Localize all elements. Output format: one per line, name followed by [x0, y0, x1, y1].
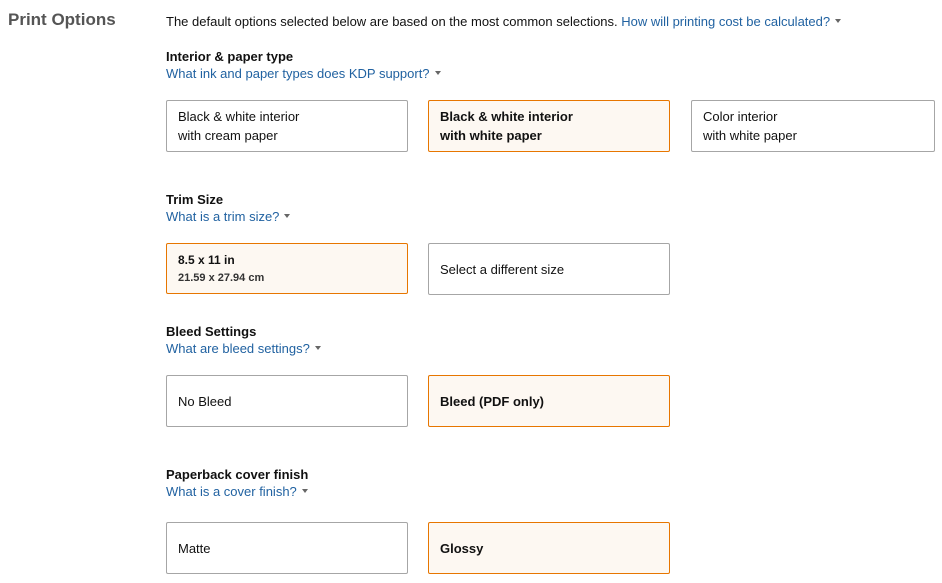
option-line1: No Bleed	[178, 393, 232, 409]
bleed-option-bleed-pdf[interactable]: Bleed (PDF only)	[428, 375, 670, 427]
bleed-section-title: Bleed Settings	[166, 324, 257, 339]
option-line1: Glossy	[440, 540, 484, 556]
interior-option-color-white[interactable]: Color interior with white paper	[691, 100, 935, 152]
cover-option-matte[interactable]: Matte	[166, 522, 408, 574]
trim-option-select-different[interactable]: Select a different size	[428, 243, 670, 295]
cover-section: Paperback cover finish What is a cover f…	[166, 467, 308, 500]
option-line1: Color interior	[703, 109, 778, 124]
option-line2: with white paper	[440, 128, 542, 143]
bleed-section: Bleed Settings What are bleed settings?	[166, 324, 321, 357]
interior-help-label: What ink and paper types does KDP suppor…	[166, 66, 430, 81]
caret-down-icon	[434, 70, 441, 75]
caret-down-icon	[835, 18, 842, 23]
bleed-help-label: What are bleed settings?	[166, 341, 310, 356]
option-line1: Black & white interior	[178, 109, 300, 124]
trim-section-title: Trim Size	[166, 192, 224, 207]
cover-help-label: What is a cover finish?	[166, 484, 297, 499]
caret-down-icon	[314, 345, 321, 350]
option-line1: Select a different size	[440, 261, 565, 277]
trim-option-8.5x11[interactable]: 8.5 x 11 in 21.59 x 27.94 cm	[166, 243, 408, 294]
intro-text-row: The default options selected below are b…	[166, 14, 842, 29]
trim-help-label: What is a trim size?	[166, 209, 280, 224]
trim-help-link[interactable]: What is a trim size?	[166, 208, 291, 225]
intro-text: The default options selected below are b…	[166, 14, 618, 29]
option-line1: Black & white interior	[440, 109, 573, 124]
cover-help-link[interactable]: What is a cover finish?	[166, 483, 308, 500]
option-line2: with cream paper	[178, 128, 278, 143]
printing-cost-help-link[interactable]: How will printing cost be calculated?	[621, 14, 842, 29]
cover-section-title: Paperback cover finish	[166, 467, 309, 482]
caret-down-icon	[284, 213, 291, 218]
interior-help-link[interactable]: What ink and paper types does KDP suppor…	[166, 65, 441, 82]
option-line2: 21.59 x 27.94 cm	[178, 271, 265, 284]
caret-down-icon	[301, 488, 308, 493]
trim-section: Trim Size What is a trim size?	[166, 192, 291, 225]
interior-section: Interior & paper type What ink and paper…	[166, 49, 441, 82]
interior-option-bw-cream[interactable]: Black & white interior with cream paper	[166, 100, 408, 152]
option-line1: Matte	[178, 540, 211, 556]
printing-cost-help-label: How will printing cost be calculated?	[621, 14, 831, 29]
page-title: Print Options	[8, 10, 116, 29]
interior-section-title: Interior & paper type	[166, 49, 294, 64]
bleed-option-no-bleed[interactable]: No Bleed	[166, 375, 408, 427]
option-line1: Bleed (PDF only)	[440, 393, 545, 409]
option-line2: with white paper	[703, 128, 797, 143]
option-line1: 8.5 x 11 in	[178, 252, 235, 267]
interior-option-bw-white[interactable]: Black & white interior with white paper	[428, 100, 670, 152]
cover-option-glossy[interactable]: Glossy	[428, 522, 670, 574]
bleed-help-link[interactable]: What are bleed settings?	[166, 340, 321, 357]
